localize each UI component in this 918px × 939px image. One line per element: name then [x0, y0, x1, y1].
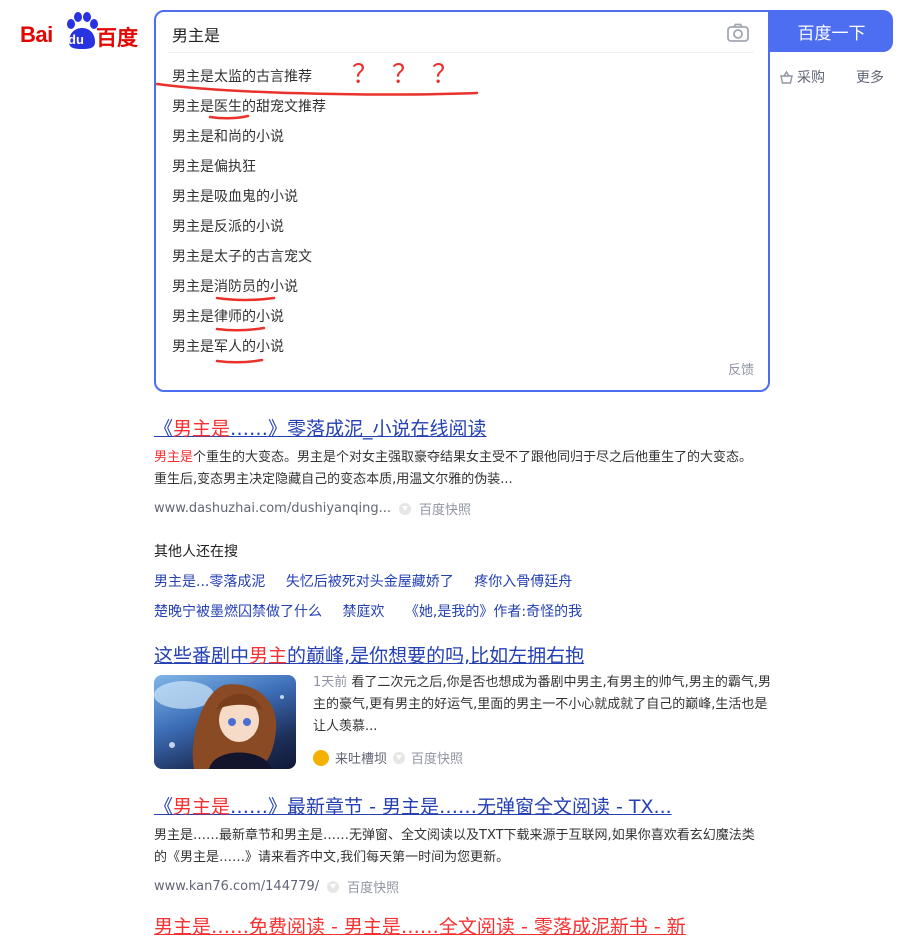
- anime-girl-image: [154, 681, 284, 769]
- suggestion-item[interactable]: 男主是太子的古言宠文: [172, 246, 326, 276]
- buy-link[interactable]: 采购: [779, 67, 825, 87]
- question-marks-annotation: ？？？: [352, 60, 473, 90]
- suggestion-text: 和尚的小说: [214, 129, 284, 145]
- source-name[interactable]: 来吐槽坝: [335, 748, 387, 767]
- title-highlight: 男主: [249, 645, 288, 667]
- result-title-link[interactable]: 男主是……免费阅读 - 男主是……全文阅读 - 零落成泥新书 - 新: [154, 912, 686, 939]
- related-search-link[interactable]: 疼你入骨傅廷舟: [474, 574, 572, 590]
- suggestion-list: 男主是太监的古言推荐 男主是医生的甜宠文推荐 男主是和尚的小说 男主是偏执狂 男…: [172, 66, 326, 366]
- suggestion-prefix: 男主是: [172, 189, 214, 205]
- suggestion-text: 偏执狂: [214, 159, 256, 175]
- result-title-link[interactable]: 《男主是……》零落成泥_小说在线阅读: [154, 414, 764, 441]
- suggestion-prefix: 男主是: [172, 129, 214, 145]
- result-description: 男主是个重生的大变态。男主是个对女主强取豪夺结果女主受不了跟他同归于尽之后他重生…: [154, 447, 764, 491]
- related-searches-title: 其他人还在搜: [154, 544, 238, 560]
- suggestion-item[interactable]: 男主是太监的古言推荐: [172, 66, 326, 96]
- result-description: 男主是……最新章节和男主是……无弹窗、全文阅读以及TXT下载来源于互联网,如果你…: [154, 828, 755, 865]
- suggestion-item[interactable]: 男主是军人的小说: [172, 336, 326, 366]
- search-button[interactable]: 百度一下: [770, 10, 893, 52]
- divider: [168, 52, 754, 53]
- title-highlight: 男主是: [173, 418, 231, 440]
- suggestion-prefix: 男主是: [172, 339, 214, 355]
- suggestion-prefix: 男主是: [172, 159, 214, 175]
- source-avatar-icon: [313, 749, 329, 766]
- dropdown-icon[interactable]: [393, 751, 406, 764]
- search-result: 这些番剧中男主的巅峰,是你想要的吗,比如左拥右抱: [154, 641, 584, 668]
- suggestion-text: 医生的甜宠文推荐: [214, 99, 326, 115]
- title-part: 的巅峰,是你想要的吗,比如左拥右抱: [287, 645, 585, 667]
- suggestion-prefix: 男主是: [172, 309, 214, 325]
- suggestion-text: 消防员的小说: [214, 279, 298, 295]
- snapshot-link[interactable]: 百度快照: [419, 499, 471, 518]
- search-result: 男主是……免费阅读 - 男主是……全文阅读 - 零落成泥新书 - 新: [154, 912, 686, 939]
- suggestion-prefix: 男主是: [172, 99, 214, 115]
- search-result: 《男主是……》零落成泥_小说在线阅读 男主是个重生的大变态。男主是个对女主强取豪…: [154, 414, 764, 518]
- related-row: 男主是...零落成泥 失忆后被死对头金屋藏娇了 疼你入骨傅廷舟: [154, 571, 598, 591]
- camera-icon[interactable]: [726, 22, 750, 44]
- dropdown-icon[interactable]: [399, 502, 411, 515]
- logo-latin: Bai: [20, 22, 53, 47]
- snapshot-link[interactable]: 百度快照: [347, 877, 399, 896]
- result-url[interactable]: www.dashuzhai.com/dushiyanqing...: [154, 501, 391, 516]
- related-search-link[interactable]: 男主是...零落成泥: [154, 574, 265, 590]
- related-search-link[interactable]: 失忆后被死对头金屋藏娇了: [286, 574, 454, 590]
- baidu-logo[interactable]: Bai du 百度: [20, 10, 140, 54]
- related-search-link[interactable]: 《她,是我的》作者:奇怪的我: [405, 604, 582, 620]
- suggestion-prefix: 男主是: [172, 219, 214, 235]
- suggestion-item[interactable]: 男主是医生的甜宠文推荐: [172, 96, 326, 126]
- suggestion-text: 军人的小说: [214, 339, 284, 355]
- logo-du: du: [68, 32, 84, 47]
- related-search-link[interactable]: 楚晚宁被墨燃囚禁做了什么: [154, 604, 322, 620]
- related-searches: 其他人还在搜 男主是...零落成泥 失忆后被死对头金屋藏娇了 疼你入骨傅廷舟 楚…: [154, 541, 598, 621]
- suggestion-prefix: 男主是: [172, 249, 214, 265]
- title-part: ……》最新章节 - 男主是……无弹窗全文阅读 - TX...: [230, 796, 672, 818]
- suggestion-item[interactable]: 男主是律师的小说: [172, 306, 326, 336]
- title-highlight: 男主是: [173, 796, 231, 818]
- result-source: www.dashuzhai.com/dushiyanqing... 百度快照: [154, 499, 764, 518]
- snapshot-link[interactable]: 百度快照: [411, 748, 463, 767]
- suggestion-item[interactable]: 男主是消防员的小说: [172, 276, 326, 306]
- suggestion-item[interactable]: 男主是和尚的小说: [172, 126, 326, 156]
- title-part: 这些番剧中: [154, 645, 250, 667]
- suggestion-prefix: 男主是: [172, 69, 214, 85]
- logo-chinese: 百度: [96, 26, 138, 50]
- buy-label: 采购: [797, 70, 825, 86]
- title-part: 《: [154, 418, 174, 440]
- search-result: 《男主是……》最新章节 - 男主是……无弹窗全文阅读 - TX... 男主是………: [154, 792, 764, 896]
- desc-highlight: 男主是: [154, 450, 194, 465]
- feedback-link[interactable]: 反馈: [728, 359, 754, 378]
- search-input[interactable]: 男主是: [172, 22, 220, 46]
- desc-text: 个重生的大变态。男主是个对女主强取豪夺结果女主受不了跟他同归于尽之后他重生了的大…: [154, 450, 753, 487]
- result-title-link[interactable]: 这些番剧中男主的巅峰,是你想要的吗,比如左拥右抱: [154, 641, 584, 668]
- title-part: ……》零落成泥_小说在线阅读: [230, 418, 487, 440]
- dropdown-icon[interactable]: [327, 880, 340, 893]
- result-thumbnail[interactable]: [154, 675, 296, 769]
- suggestion-item[interactable]: 男主是偏执狂: [172, 156, 326, 186]
- suggestion-text: 反派的小说: [214, 219, 284, 235]
- result-title-link[interactable]: 《男主是……》最新章节 - 男主是……无弹窗全文阅读 - TX...: [154, 792, 764, 819]
- result-description: 1天前 看了二次元之后,你是否也想成为番剧中男主,有男主的帅气,男主的霸气,男主…: [313, 672, 773, 738]
- suggestion-text: 吸血鬼的小说: [214, 189, 298, 205]
- result-url[interactable]: www.kan76.com/144779/: [154, 879, 319, 894]
- suggestion-prefix: 男主是: [172, 279, 214, 295]
- suggestion-text: 太监的古言推荐: [214, 69, 312, 85]
- related-row: 楚晚宁被墨燃囚禁做了什么 禁庭欢 《她,是我的》作者:奇怪的我: [154, 601, 598, 621]
- suggestion-text: 律师的小说: [214, 309, 284, 325]
- related-search-link[interactable]: 禁庭欢: [342, 604, 384, 620]
- result-source: 来吐槽坝 百度快照: [313, 748, 463, 767]
- result-source: www.kan76.com/144779/ 百度快照: [154, 877, 764, 896]
- desc-text: 看了二次元之后,你是否也想成为番剧中男主,有男主的帅气,男主的霸气,男主的豪气,…: [313, 675, 771, 734]
- suggestion-item[interactable]: 男主是反派的小说: [172, 216, 326, 246]
- title-part: 《: [154, 796, 174, 818]
- basket-icon: [780, 70, 793, 84]
- result-time: 1天前: [313, 675, 348, 690]
- suggestion-item[interactable]: 男主是吸血鬼的小说: [172, 186, 326, 216]
- more-link[interactable]: 更多: [856, 67, 884, 87]
- suggestion-text: 太子的古言宠文: [214, 249, 312, 265]
